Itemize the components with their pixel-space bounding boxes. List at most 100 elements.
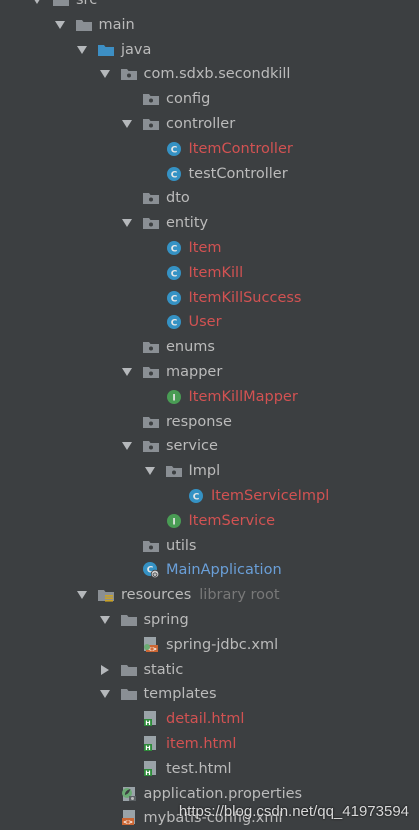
package-icon [142, 339, 160, 355]
tree-node-label: test.html [166, 760, 232, 777]
tree-node-java[interactable]: java [75, 38, 151, 62]
tree-node-item[interactable]: C Item [143, 236, 222, 260]
folder-icon [52, 0, 70, 8]
xml-icon: <> [120, 810, 138, 826]
svg-text:C: C [170, 245, 177, 255]
svg-text:C: C [170, 145, 177, 155]
tree-node-label: ItemKill [188, 264, 244, 281]
tree-node-label: spring-jdbc.xml [166, 636, 279, 653]
package-icon [142, 538, 160, 554]
tree-node-label: spring [143, 612, 189, 628]
tree-node-impl[interactable]: Impl [143, 459, 220, 483]
tree-node-label: testController [188, 165, 288, 182]
expanded-arrow-icon[interactable] [98, 67, 112, 81]
package-icon [142, 414, 160, 430]
tree-node-label: ItemController [188, 140, 293, 157]
tree-node-static[interactable]: static [98, 658, 183, 682]
properties-icon [120, 786, 138, 802]
package-icon [142, 190, 160, 206]
svg-text:I: I [172, 393, 175, 403]
expanded-arrow-icon[interactable] [120, 117, 134, 131]
tree-node-main[interactable]: main [53, 13, 135, 37]
tree-node-label: item.html [166, 736, 237, 752]
tree-node-config[interactable]: config [120, 87, 210, 111]
tree-node-spring-jdbc-xml[interactable]: <> spring-jdbc.xml [120, 633, 278, 657]
interface-icon: I [165, 389, 183, 405]
class-icon: C [165, 314, 183, 330]
expanded-arrow-icon[interactable] [75, 43, 89, 57]
tree-node-mainapplication[interactable]: C MainApplication [120, 558, 282, 582]
collapsed-arrow-icon[interactable] [98, 663, 112, 677]
tree-node-label: User [188, 314, 222, 331]
class-icon: C [165, 265, 183, 281]
tree-node-src[interactable]: src [30, 0, 97, 12]
tree-node-templates[interactable]: templates [98, 682, 217, 706]
package-icon [142, 364, 160, 380]
tree-node-itemservice[interactable]: I ItemService [143, 509, 276, 533]
class-icon: C [187, 488, 205, 504]
spring-xml-icon: <> [142, 636, 160, 653]
expanded-arrow-icon[interactable] [98, 687, 112, 701]
svg-text:H: H [145, 744, 150, 752]
tree-node-label: response [166, 413, 232, 430]
tree-node-dto[interactable]: dto [120, 186, 190, 210]
tree-node-enums[interactable]: enums [120, 335, 215, 359]
tree-node-itemserviceimpl[interactable]: C ItemServiceImpl [165, 484, 329, 508]
tree-node-utils[interactable]: utils [120, 534, 197, 558]
html-icon: H [142, 711, 160, 727]
tree-node-entity[interactable]: entity [120, 211, 208, 235]
tree-node-label: config [166, 91, 211, 108]
tree-node-itemkill[interactable]: C ItemKill [143, 261, 244, 285]
tree-node-label: templates [143, 686, 217, 703]
tree-node-application-properties[interactable]: application.properties [98, 782, 302, 806]
tree-node-itemkillsuccess[interactable]: C ItemKillSuccess [143, 286, 302, 310]
package-icon [142, 215, 160, 231]
interface-icon: I [165, 513, 183, 529]
html-icon: H [142, 736, 160, 752]
svg-text:I: I [172, 517, 175, 527]
tree-node-item-html[interactable]: Hitem.html [120, 732, 236, 756]
tree-node-detail-html[interactable]: Hdetail.html [120, 707, 244, 731]
tree-node-label: main [98, 16, 135, 33]
expanded-arrow-icon[interactable] [120, 439, 134, 453]
tree-node-label: ItemServiceImpl [211, 488, 330, 504]
svg-text:C: C [170, 269, 177, 279]
tree-node-label: ItemKillSuccess [188, 289, 302, 306]
tree-node-spring[interactable]: spring [98, 608, 189, 632]
tree-node-testcontroller[interactable]: CtestController [143, 162, 288, 186]
tree-node-label: resources [121, 587, 192, 604]
expanded-arrow-icon[interactable] [75, 588, 89, 602]
tree-node-label: dto [166, 190, 190, 207]
tree-node-label: MainApplication [166, 562, 282, 579]
svg-text:H: H [145, 769, 150, 777]
class-icon: C [165, 166, 183, 182]
tree-node-mapper[interactable]: mapper [120, 360, 222, 384]
package-icon [142, 91, 160, 107]
tree-node-label: src [76, 0, 98, 8]
tree-node-label: ItemService [188, 512, 276, 529]
tree-node-com-sdxb-secondkill[interactable]: com.sdxb.secondkill [98, 62, 290, 86]
svg-text:C: C [170, 170, 177, 180]
resources-folder-icon [97, 587, 115, 603]
tree-node-itemkillmapper[interactable]: I ItemKillMapper [143, 385, 298, 409]
svg-text:H: H [145, 719, 150, 727]
tree-node-itemcontroller[interactable]: C ItemController [143, 137, 293, 161]
tree-node-response[interactable]: response [120, 410, 232, 434]
svg-text:C: C [170, 319, 177, 329]
expanded-arrow-icon[interactable] [30, 0, 44, 7]
expanded-arrow-icon[interactable] [53, 18, 67, 32]
expanded-arrow-icon[interactable] [120, 216, 134, 230]
tree-node-controller[interactable]: controller [120, 112, 235, 136]
expanded-arrow-icon[interactable] [120, 365, 134, 379]
folder-icon [75, 17, 93, 33]
tree-node-service[interactable]: service [120, 434, 218, 458]
expanded-arrow-icon[interactable] [98, 613, 112, 627]
tree-node-resources[interactable]: resources library root [75, 583, 280, 607]
tree-node-user[interactable]: C User [143, 310, 222, 334]
tree-node-label: mapper [166, 364, 223, 380]
tree-node-test-html[interactable]: Htest.html [120, 757, 231, 781]
svg-text:C: C [170, 294, 177, 304]
tree-node-label: entity [166, 215, 209, 232]
package-icon [120, 66, 138, 82]
expanded-arrow-icon[interactable] [143, 464, 157, 478]
